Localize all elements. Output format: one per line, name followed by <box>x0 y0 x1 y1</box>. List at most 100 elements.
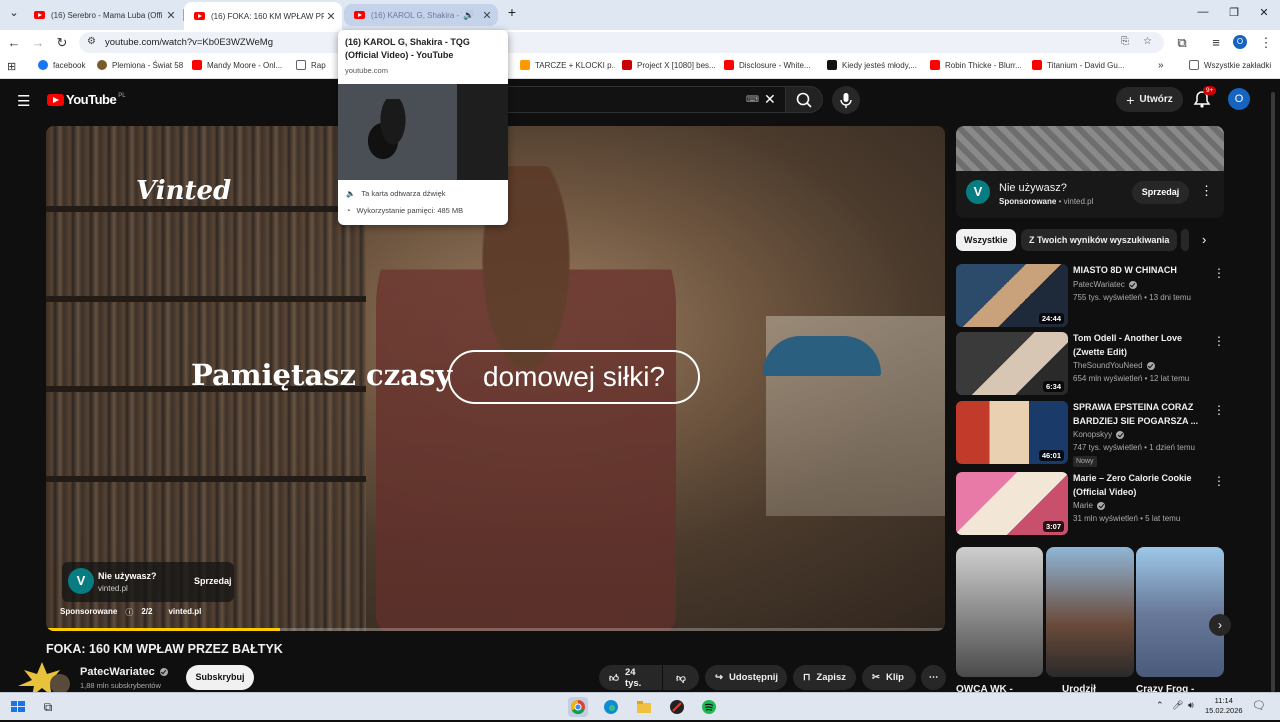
sidebar-ad-sell-button[interactable]: Sprzedaj <box>1132 181 1189 204</box>
chip-partial[interactable] <box>1181 229 1189 251</box>
video-thumbnail[interactable]: 46:01 <box>956 401 1068 464</box>
chevron-right-icon[interactable]: › <box>1202 232 1206 247</box>
media-controls-icon[interactable]: ≡ <box>1207 34 1225 51</box>
sidebar-ad[interactable]: V Nie używasz? Sponsorowane • vinted.pl … <box>956 126 1224 218</box>
clear-search-icon[interactable]: ✕ <box>764 91 776 108</box>
more-vertical-icon[interactable]: ⋮ <box>1213 334 1225 348</box>
notification-center-icon[interactable]: 🗨︎ <box>1252 699 1266 712</box>
site-info-icon[interactable]: ⚙ <box>87 36 96 47</box>
recommendation-title[interactable]: Tom Odell - Another Love (Zwette Edit) <box>1073 332 1206 359</box>
recommendation-title[interactable]: Marie – Zero Calorie Cookie (Official Vi… <box>1073 472 1206 499</box>
recommendation-item[interactable]: 24:44 MIASTO 8D W CHINACH PatecWariatec … <box>956 264 1225 328</box>
account-avatar[interactable]: O <box>1228 88 1250 110</box>
close-icon[interactable]: ✕ <box>480 9 494 22</box>
tab-karol-g[interactable]: (16) KAROL G, Shakira - TQG 🔊 ✕ <box>344 4 498 26</box>
bookmark-star-icon[interactable]: ☆ <box>1143 36 1152 47</box>
back-button[interactable]: ← <box>5 34 23 51</box>
more-vertical-icon[interactable]: ⋮ <box>1200 183 1213 199</box>
address-bar[interactable]: ⚙ youtube.com/watch?v=Kb0E3WZWeMg ⎘ ☆ <box>79 32 1164 53</box>
close-icon[interactable]: ✕ <box>164 9 178 22</box>
close-window-button[interactable]: ✕ <box>1254 6 1274 19</box>
bookmark-robin-thicke[interactable]: Robin Thicke - Blurr... <box>930 60 1024 70</box>
youtube-logo[interactable]: YouTube PL <box>47 92 126 107</box>
info-icon[interactable]: ⓘ <box>125 607 133 618</box>
short-thumbnail[interactable] <box>956 547 1043 677</box>
more-vertical-icon[interactable]: ⋮ <box>1213 474 1225 488</box>
close-icon[interactable]: ✕ <box>324 10 338 23</box>
edge-taskbar-icon[interactable] <box>601 697 621 717</box>
bookmark-plemiona[interactable]: Plemiona - Świat 58 <box>97 60 185 70</box>
recommendation-item[interactable]: 3:07 Marie – Zero Calorie Cookie (Offici… <box>956 472 1225 536</box>
extensions-icon[interactable]: ⧉ <box>1173 34 1191 51</box>
more-vertical-icon[interactable]: ⋮ <box>1213 403 1225 417</box>
forward-button[interactable]: → <box>29 34 47 51</box>
recommendation-channel[interactable]: Marie <box>1073 501 1106 510</box>
recommendation-channel[interactable]: TheSoundYouNeed <box>1073 361 1155 370</box>
app-taskbar-icon[interactable] <box>667 697 687 717</box>
apps-grid-icon[interactable]: ⊞ <box>7 60 16 73</box>
bookmark-folder-rap[interactable]: Rap <box>296 60 332 70</box>
voice-search-button[interactable] <box>832 86 860 114</box>
chrome-menu-icon[interactable]: ⋮ <box>1257 34 1275 51</box>
clip-button[interactable]: ✂ Klip <box>862 665 916 690</box>
new-tab-button[interactable]: + <box>502 4 522 20</box>
video-thumbnail[interactable]: 3:07 <box>956 472 1068 535</box>
keyboard-icon[interactable]: ⌨ <box>746 94 759 105</box>
speaker-icon[interactable]: 🔊 <box>462 10 476 21</box>
chrome-taskbar-icon[interactable] <box>568 697 588 717</box>
more-actions-button[interactable]: ⋯ <box>921 665 946 690</box>
recommendation-title[interactable]: MIASTO 8D W CHINACH <box>1073 264 1206 278</box>
all-bookmarks[interactable]: Wszystkie zakładki <box>1189 60 1275 70</box>
like-button[interactable]: 👍︎ 24 tys. <box>599 665 662 690</box>
minimize-button[interactable]: — <box>1193 6 1213 18</box>
short-thumbnail[interactable] <box>1136 547 1224 677</box>
tab-search-chevron-icon[interactable]: ⌄ <box>4 6 24 19</box>
create-button[interactable]: + Utwórz <box>1116 87 1183 112</box>
bookmark-tarcze[interactable]: TARCZE + KLOCKI p... <box>520 60 615 70</box>
clock[interactable]: 11:14 15.02.2026 <box>1205 696 1243 716</box>
video-thumbnail[interactable]: 6:34 <box>956 332 1068 395</box>
chevron-right-icon[interactable]: › <box>1209 614 1231 636</box>
file-explorer-taskbar-icon[interactable] <box>634 697 654 717</box>
subscribe-button[interactable]: Subskrybuj <box>186 665 254 690</box>
spotify-taskbar-icon[interactable] <box>699 697 719 717</box>
recommendation-channel[interactable]: Konopskyy <box>1073 430 1125 439</box>
bookmark-kiedy[interactable]: Kiedy jesteś młody,... <box>827 60 921 70</box>
tab-serebro[interactable]: (16) Serebro - Mama Luba (Offi ✕ <box>24 4 182 26</box>
page-scrollbar[interactable] <box>1271 92 1275 692</box>
bookmark-disclosure[interactable]: Disclosure - White... <box>724 60 816 70</box>
task-view-icon[interactable]: ⧉ <box>38 697 58 717</box>
bookmark-mandy-moore[interactable]: Mandy Moore - Onl... <box>192 60 287 70</box>
ad-card-sell-button[interactable]: Sprzedaj <box>187 571 239 591</box>
tab-foka[interactable]: (16) FOKA: 160 KM WPŁAW PRZ ✕ <box>184 2 342 30</box>
restore-button[interactable]: ❐ <box>1224 6 1244 19</box>
recommendation-item[interactable]: 6:34 Tom Odell - Another Love (Zwette Ed… <box>956 332 1225 396</box>
chip-all[interactable]: Wszystkie <box>956 229 1016 251</box>
chip-from-search[interactable]: Z Twoich wyników wyszukiwania <box>1021 229 1178 251</box>
channel-name[interactable]: PatecWariatec <box>80 666 168 678</box>
short-thumbnail[interactable] <box>1046 547 1134 677</box>
tray-chevron-icon[interactable]: ⌃ <box>1156 700 1164 711</box>
more-vertical-icon[interactable]: ⋮ <box>1213 266 1225 280</box>
ad-domain[interactable]: vinted.pl <box>168 607 201 618</box>
volume-icon[interactable]: 🔊︎ <box>1188 700 1194 711</box>
recommendation-title[interactable]: SPRAWA EPSTEINA CORAZ BARDZIEJ SIE POGAR… <box>1073 401 1206 428</box>
more-bookmarks-chevron-icon[interactable]: » <box>1158 60 1164 71</box>
windows-start-icon[interactable] <box>8 697 28 717</box>
bookmark-titanium[interactable]: Titanium - David Gu... <box>1032 60 1128 70</box>
hamburger-menu-icon[interactable]: ☰ <box>17 92 30 110</box>
share-button[interactable]: ↪ Udostępnij <box>705 665 787 690</box>
search-button[interactable] <box>785 86 823 113</box>
recommendation-channel[interactable]: PatecWariatec <box>1073 280 1137 289</box>
save-button[interactable]: ⊓ Zapisz <box>793 665 856 690</box>
reload-button[interactable]: ↻ <box>53 34 71 51</box>
profile-avatar[interactable]: O <box>1233 35 1247 49</box>
recommendation-item[interactable]: 46:01 SPRAWA EPSTEINA CORAZ BARDZIEJ SIE… <box>956 401 1225 467</box>
bookmark-project-x[interactable]: Project X [1080] bes... <box>622 60 717 70</box>
player-ad-card[interactable]: V Nie używasz? vinted.pl Sprzedaj <box>62 562 234 602</box>
video-thumbnail[interactable]: 24:44 <box>956 264 1068 327</box>
bookmark-facebook[interactable]: facebook <box>38 60 94 70</box>
microphone-icon[interactable]: 🎤︎ <box>1172 700 1183 711</box>
dislike-button[interactable]: 👎︎ <box>663 665 699 690</box>
install-app-icon[interactable]: ⎘ <box>1121 36 1129 47</box>
